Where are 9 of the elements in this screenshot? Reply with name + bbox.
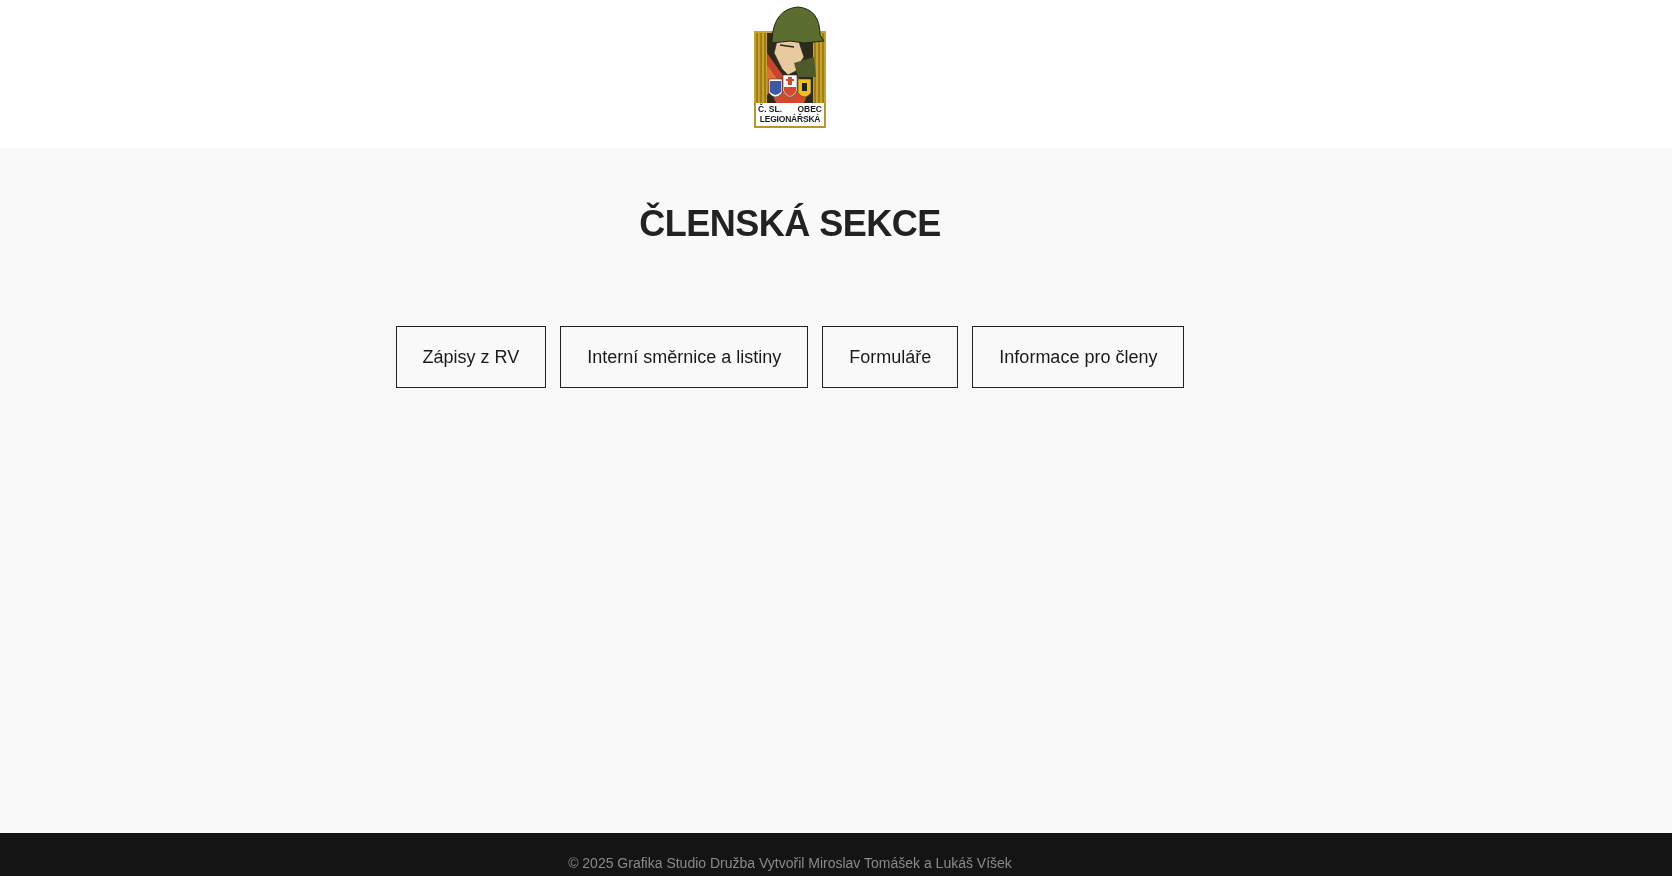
footer-credits: © 2025 Grafika Studio Družba Vytvořil Miroslav Tomášek a Lukáš Víšek <box>568 854 1012 872</box>
page-title: ČLENSKÁ SEKCE <box>639 202 941 246</box>
logo-text: Č. SL. <box>758 104 783 114</box>
section-link-button[interactable]: Formuláře <box>822 326 959 388</box>
logo-text: LEGIONÁŘSKÁ <box>758 114 821 124</box>
section-link-button[interactable]: Interní směrnice a listiny <box>560 326 809 388</box>
logo-text: OBEC <box>797 104 822 114</box>
section-link-button[interactable]: Informace pro členy <box>972 326 1185 388</box>
section-link-button[interactable]: Zápisy z RV <box>395 326 547 388</box>
